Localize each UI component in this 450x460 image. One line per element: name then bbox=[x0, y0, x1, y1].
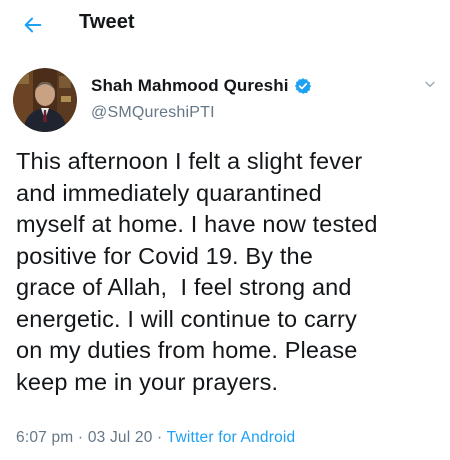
verified-badge-icon bbox=[294, 78, 311, 94]
tweet-source-link[interactable]: Twitter for Android bbox=[167, 429, 296, 446]
page-title: Tweet bbox=[79, 11, 135, 33]
tweet-time: 6:07 pm bbox=[16, 429, 74, 446]
tweet-text-line: grace of Allah, I feel strong and bbox=[16, 274, 352, 300]
meta-separator: · bbox=[77, 429, 84, 446]
tweet-menu-button[interactable] bbox=[422, 76, 438, 92]
author-handle[interactable]: @SMQureshiPTI bbox=[91, 104, 215, 122]
tweet-text-line: and immediately quarantined bbox=[16, 179, 322, 206]
tweet-text-line: positive for Covid 19. By the bbox=[16, 242, 313, 269]
tweet-text-line: myself at home. I have now tested bbox=[16, 211, 378, 237]
tweet-metadata: 6:07 pm · 03 Jul 20 · Twitter for Androi… bbox=[16, 429, 295, 447]
profile-photo bbox=[13, 68, 77, 132]
back-button[interactable] bbox=[18, 10, 48, 40]
arrow-left-icon bbox=[24, 17, 42, 33]
top-bar: Tweet bbox=[0, 0, 450, 50]
avatar[interactable] bbox=[13, 68, 77, 132]
tweet-text-line: This afternoon I felt a slight fever bbox=[16, 148, 363, 174]
author-row[interactable]: Shah Mahmood Qureshi bbox=[91, 76, 312, 96]
tweet-text-line: keep me in your prayers. bbox=[16, 368, 279, 395]
tweet-text: This afternoon I felt a slight fever and… bbox=[16, 146, 446, 398]
author-name[interactable]: Shah Mahmood Qureshi bbox=[91, 76, 289, 96]
chevron-down-icon bbox=[425, 81, 435, 87]
tweet-date: 03 Jul 20 bbox=[87, 429, 153, 446]
tweet-text-line: energetic. I will continue to carry bbox=[16, 305, 357, 332]
meta-separator: · bbox=[157, 429, 163, 446]
tweet-text-line: on my duties from home. Please bbox=[16, 337, 358, 363]
